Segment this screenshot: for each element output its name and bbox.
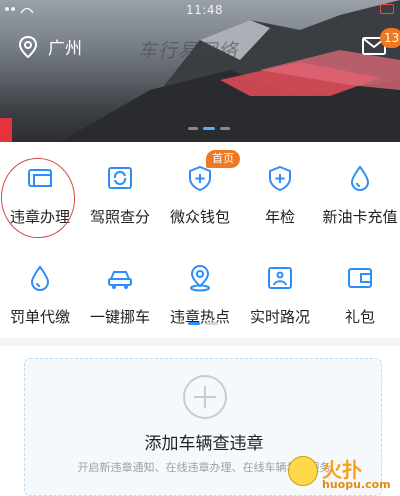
service-move-car[interactable]: 一键挪车 xyxy=(80,250,160,340)
add-circle-icon[interactable] xyxy=(183,375,227,419)
pager-dot xyxy=(220,127,230,130)
banner-caption: 车行易网络 xyxy=(138,40,239,62)
shield-plus-icon xyxy=(269,165,291,192)
license-refresh-icon xyxy=(108,167,132,189)
service-label: 新油卡充值 xyxy=(322,208,398,226)
gift-card-icon xyxy=(348,268,372,288)
pager-dot-active xyxy=(203,127,215,130)
banner-red-accent xyxy=(0,118,12,142)
drop-icon xyxy=(350,165,370,191)
map-icon xyxy=(268,267,292,289)
service-violation-hotspots[interactable]: 违章热点 xyxy=(160,250,240,340)
location-icon xyxy=(190,264,210,292)
location-pin-icon xyxy=(18,35,38,58)
mascot-icon xyxy=(288,456,318,486)
service-label: 礼包 xyxy=(344,308,375,326)
grid-pager xyxy=(188,322,218,325)
pager-dot-active xyxy=(188,322,200,325)
car-icon xyxy=(108,271,132,289)
section-divider xyxy=(0,338,400,346)
banner[interactable]: 11:48 广州 车行易网络 13 xyxy=(0,0,400,142)
pager-dot xyxy=(206,322,218,325)
battery-icon xyxy=(380,4,394,14)
service-row-2: 罚单代缴 一键挪车 违章热点 实时路况 礼包 xyxy=(0,250,400,340)
city-name: 广州 xyxy=(48,39,82,59)
shield-plus-icon xyxy=(189,165,211,192)
clock: 11:48 xyxy=(186,3,224,17)
wifi-icon xyxy=(3,2,37,19)
service-annual-inspection[interactable]: 年检 xyxy=(240,150,320,240)
site-watermark: 火扑 huopu.com xyxy=(284,452,396,494)
watermark-url: huopu.com xyxy=(322,478,391,491)
service-live-traffic[interactable]: 实时路况 xyxy=(240,250,320,340)
service-fine-payment[interactable]: 罚单代缴 xyxy=(0,250,80,340)
service-row-1: 违章办理 驾照查分 微众钱包 年检 新油卡充值 首页 xyxy=(0,150,400,241)
status-bar: 11:48 xyxy=(0,0,400,20)
service-license-points[interactable]: 驾照查分 xyxy=(80,150,160,240)
pager-dot xyxy=(188,127,198,130)
service-fuel-card[interactable]: 新油卡充值 xyxy=(320,150,400,240)
banner-pager xyxy=(188,127,230,130)
city-selector[interactable]: 广州 xyxy=(18,34,82,59)
home-tag: 首页 xyxy=(206,150,240,168)
drop-icon xyxy=(30,265,50,291)
banner-mountain-image xyxy=(60,0,400,142)
add-vehicle-title: 添加车辆查违章 xyxy=(144,434,264,454)
service-gift[interactable]: 礼包 xyxy=(320,250,400,340)
unread-badge: 13 xyxy=(380,28,400,48)
